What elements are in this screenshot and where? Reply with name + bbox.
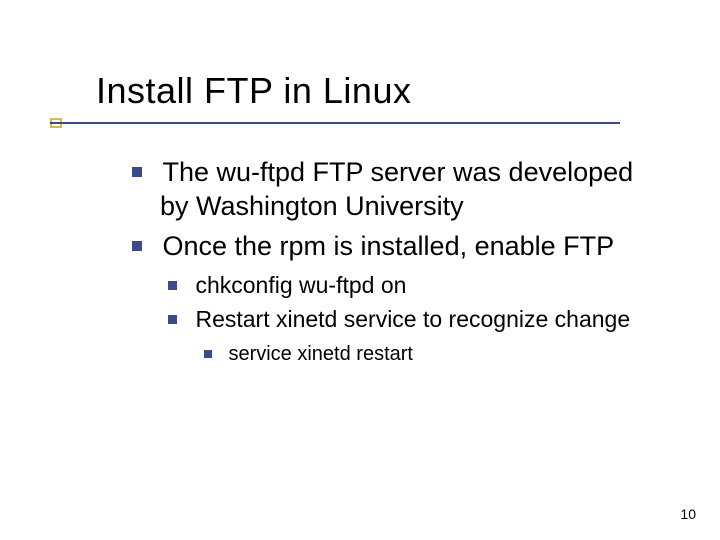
square-bullet-icon [168,281,177,290]
bullet-lvl2: Restart xinetd service to recognize chan… [168,305,656,335]
page-number: 10 [680,506,696,522]
lvl3-list: service xinetd restart [204,341,656,367]
square-bullet-icon [168,315,177,324]
bullet-lvl3: service xinetd restart [204,341,656,367]
bullet-text: The wu-ftpd FTP server was developed by … [160,157,633,221]
slide: Install FTP in Linux The wu-ftpd FTP ser… [0,0,720,540]
bullet-text: Once the rpm is installed, enable FTP [162,231,614,261]
bullet-lvl1: The wu-ftpd FTP server was developed by … [132,156,656,224]
bullet-text: Restart xinetd service to recognize chan… [195,306,630,332]
bullet-lvl1: Once the rpm is installed, enable FTP [132,230,656,264]
bullet-text: chkconfig wu-ftpd on [195,272,406,298]
title-underline [50,122,620,124]
square-bullet-icon [132,167,142,177]
bullet-lvl2: chkconfig wu-ftpd on [168,271,656,301]
square-bullet-icon [204,350,212,358]
square-bullet-icon [132,241,142,251]
bullet-text: service xinetd restart [228,343,413,365]
title-wrap: Install FTP in Linux [96,70,680,112]
slide-title: Install FTP in Linux [96,70,411,111]
content-area: The wu-ftpd FTP server was developed by … [132,156,656,367]
lvl2-list: chkconfig wu-ftpd on Restart xinetd serv… [168,271,656,367]
